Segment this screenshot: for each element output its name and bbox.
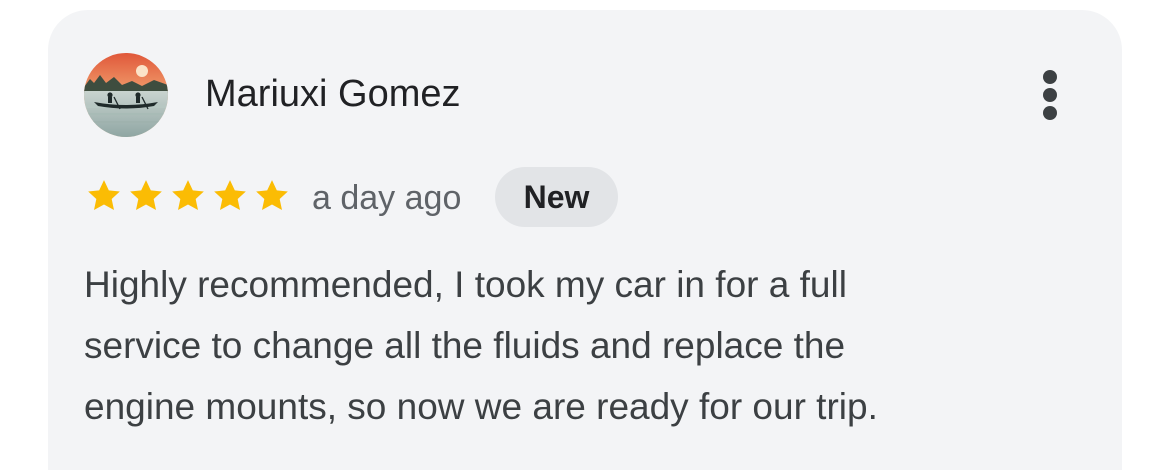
new-badge: New [495,167,618,227]
more-vert-icon-dot [1043,106,1057,120]
review-text-line: service to change all the fluids and rep… [84,325,846,366]
more-vert-icon-dot [1043,88,1057,102]
reviewer-avatar[interactable] [84,53,168,137]
star-icon [88,180,120,210]
star-icon [214,180,246,210]
star-icon [256,180,288,210]
review-text-line: Highly recommended, I took my car in for… [84,264,847,305]
reviewer-name[interactable]: Mariuxi Gomez [205,69,461,119]
star-icon [130,180,162,210]
review-text: Highly recommended, I took my car in for… [84,254,1084,437]
review-text-line: engine mounts, so now we are ready for o… [84,386,878,427]
more-vert-icon [1043,70,1057,84]
star-rating [84,176,292,216]
star-icon [172,180,204,210]
canoe-sunset-image [84,53,168,137]
more-options-button[interactable] [1020,62,1080,128]
review-date: a day ago [312,179,462,217]
